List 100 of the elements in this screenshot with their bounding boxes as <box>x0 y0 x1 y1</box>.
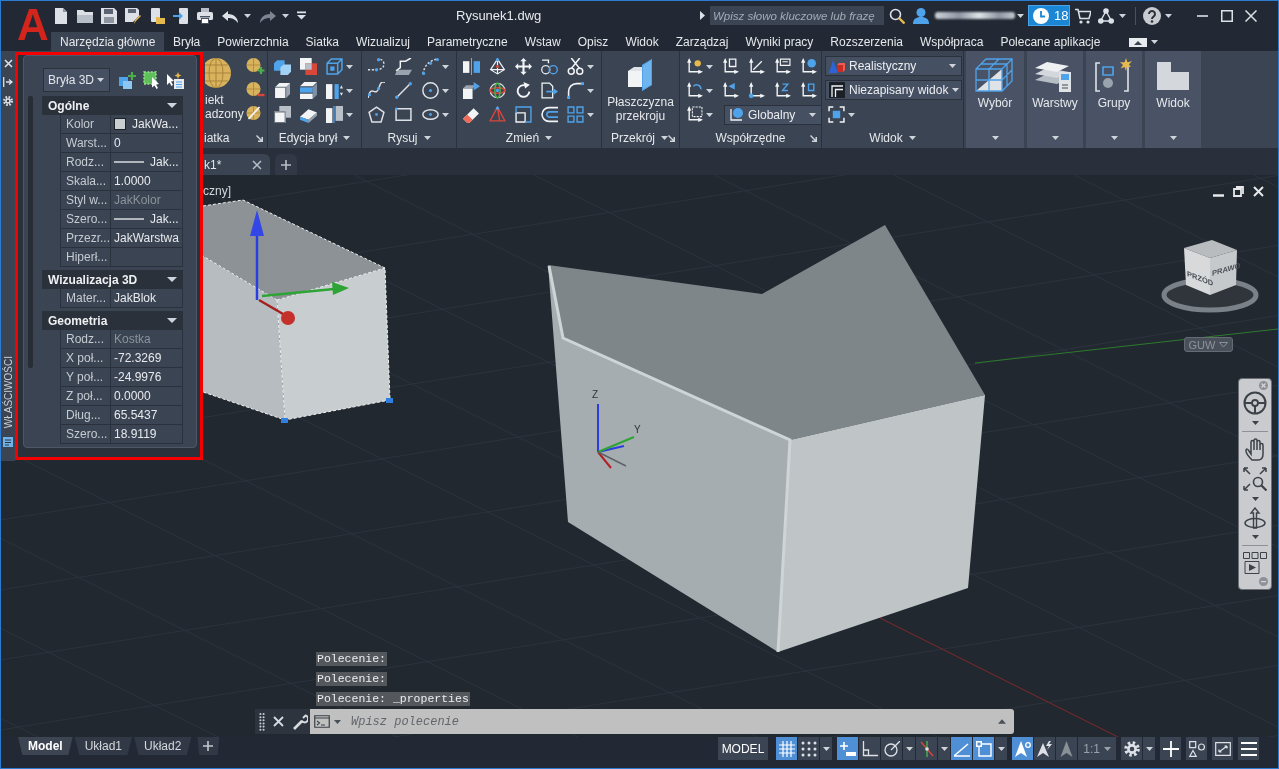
axes-icon[interactable] <box>774 58 791 75</box>
caret-icon[interactable] <box>423 136 431 140</box>
axes-icon[interactable] <box>722 82 739 99</box>
panel-toggle-icon[interactable] <box>1128 37 1147 47</box>
snap-button[interactable] <box>798 737 820 760</box>
osnap-button[interactable] <box>973 737 995 760</box>
autoscale-button[interactable] <box>1034 737 1056 760</box>
menu-button[interactable] <box>1238 737 1259 760</box>
ribbon-tab[interactable]: Wyniki pracy <box>736 32 822 51</box>
tilted-slab-icon[interactable] <box>300 106 317 123</box>
history-up-icon[interactable] <box>998 719 1006 724</box>
search-icon[interactable] <box>889 7 905 24</box>
panel-title-button[interactable]: Współrzędne <box>715 131 786 145</box>
caret-icon[interactable] <box>346 112 353 117</box>
caret-icon[interactable] <box>1017 13 1024 18</box>
move-arrows-icon[interactable] <box>515 58 532 75</box>
category-header[interactable]: Ogólne <box>42 96 183 115</box>
scrollbar[interactable] <box>28 96 33 368</box>
new-layout-tab[interactable] <box>197 737 220 755</box>
sphere-minus-icon[interactable] <box>246 82 265 98</box>
panel-title-button[interactable]: Edycja brył <box>278 131 351 145</box>
caret-outline-icon[interactable] <box>1219 341 1229 348</box>
property-field[interactable]: Jak... <box>111 210 183 229</box>
stretch-sheet-icon[interactable] <box>541 82 558 99</box>
close-icon[interactable] <box>3 59 13 68</box>
caret-icon[interactable] <box>334 719 341 724</box>
line-icon[interactable] <box>395 82 412 99</box>
ribbon-panel-button[interactable]: Grupy <box>1086 51 1142 148</box>
dropdown-button[interactable] <box>938 737 951 760</box>
caret-icon[interactable] <box>587 88 594 93</box>
caret-icon[interactable] <box>442 112 449 117</box>
layout-tab[interactable]: Układ1 <box>74 737 133 755</box>
caret-icon[interactable] <box>1251 421 1259 425</box>
caret-icon[interactable] <box>940 746 948 751</box>
viewport-label[interactable]: czny] <box>203 184 231 198</box>
caret-icon[interactable] <box>282 13 289 18</box>
ribbon-panel-button[interactable]: Wybór <box>966 51 1024 148</box>
caret-icon[interactable] <box>343 136 351 140</box>
ribbon-tab[interactable]: Wstaw <box>516 32 570 51</box>
auto-hide-icon[interactable] <box>3 77 13 87</box>
eraser-icon[interactable] <box>463 106 480 123</box>
close-icon[interactable] <box>252 159 263 170</box>
panel-title-button[interactable]: iatka <box>204 131 230 145</box>
phone-folder-icon[interactable] <box>149 7 165 24</box>
orbit-icon[interactable] <box>1243 507 1267 529</box>
axes-icon[interactable] <box>686 106 703 123</box>
property-field[interactable]: -72.3269 <box>111 349 183 368</box>
caret-icon[interactable] <box>346 88 353 93</box>
coordinate-system-dropdown[interactable]: Globalny <box>724 104 822 125</box>
property-field[interactable]: 0.0000 <box>111 387 183 406</box>
fillet-corner-icon[interactable] <box>567 82 584 99</box>
annotation-scale-dropdown[interactable]: 1:1 <box>1078 737 1116 760</box>
model-space-button[interactable]: MODEL <box>717 737 769 760</box>
section-plane-button[interactable]: Płaszczyzna przekroju <box>606 58 675 128</box>
new-tab-button[interactable] <box>275 154 298 175</box>
ribbon-tab[interactable]: Widok <box>616 32 668 51</box>
launcher-arrow-icon[interactable] <box>256 134 263 142</box>
polar-button[interactable] <box>881 737 903 760</box>
ribbon-tab[interactable]: Opisz <box>569 32 617 51</box>
caret-icon[interactable] <box>1145 746 1153 751</box>
restore-icon[interactable] <box>1233 186 1244 197</box>
copy-circles-icon[interactable] <box>541 58 558 75</box>
offset-curves-icon[interactable] <box>541 106 558 123</box>
panel-title-button[interactable]: Widok <box>869 131 916 145</box>
property-field[interactable]: JakBlok <box>111 289 183 308</box>
object-type-dropdown[interactable]: Bryła 3D <box>43 68 110 92</box>
caret-icon[interactable] <box>545 136 553 140</box>
axes-icon[interactable] <box>748 82 765 99</box>
rotate-arrow-icon[interactable] <box>515 82 532 99</box>
viewport-frame-icon[interactable] <box>828 106 845 123</box>
caret-icon[interactable] <box>97 78 104 82</box>
layout-tab[interactable]: Układ2 <box>134 737 192 755</box>
caret-icon[interactable] <box>848 112 855 117</box>
ribbon-tab[interactable]: Siatka <box>297 32 348 51</box>
wrench-icon[interactable] <box>292 713 308 730</box>
fullscreen-button[interactable] <box>1212 737 1233 760</box>
axes-icon[interactable] <box>686 82 703 99</box>
panel-title-button[interactable]: Zmień <box>505 131 553 145</box>
spline-icon[interactable] <box>368 82 385 99</box>
named-view-dropdown[interactable]: Niezapisany widok <box>825 80 962 100</box>
folder-icon[interactable] <box>77 7 93 24</box>
minimize-icon[interactable] <box>1197 14 1208 17</box>
caret-icon[interactable] <box>244 13 251 18</box>
cube-outline-icon[interactable] <box>274 106 291 123</box>
cart-icon[interactable] <box>1075 7 1091 24</box>
ribbon-tab[interactable]: Bryła <box>164 32 209 51</box>
caret-icon[interactable] <box>997 746 1005 751</box>
category-header[interactable]: Wizualizacja 3D <box>42 270 183 289</box>
property-field[interactable]: 0 <box>111 134 183 153</box>
workspace-button[interactable] <box>1121 737 1142 760</box>
overlapping-squares-icon[interactable] <box>300 58 317 75</box>
axes-icon[interactable] <box>686 58 703 75</box>
phone-arrow-icon[interactable] <box>173 7 189 24</box>
wireframe-cube-icon[interactable] <box>326 58 343 75</box>
axes-icon[interactable] <box>722 58 739 75</box>
annotation-visibility-button[interactable] <box>1012 737 1034 760</box>
collapse-triangle-icon[interactable] <box>167 277 177 282</box>
customize-menu-icon[interactable] <box>297 11 306 20</box>
panel-title-button[interactable]: Przekrój <box>611 131 668 145</box>
file-tab[interactable]: k1* <box>202 154 271 175</box>
